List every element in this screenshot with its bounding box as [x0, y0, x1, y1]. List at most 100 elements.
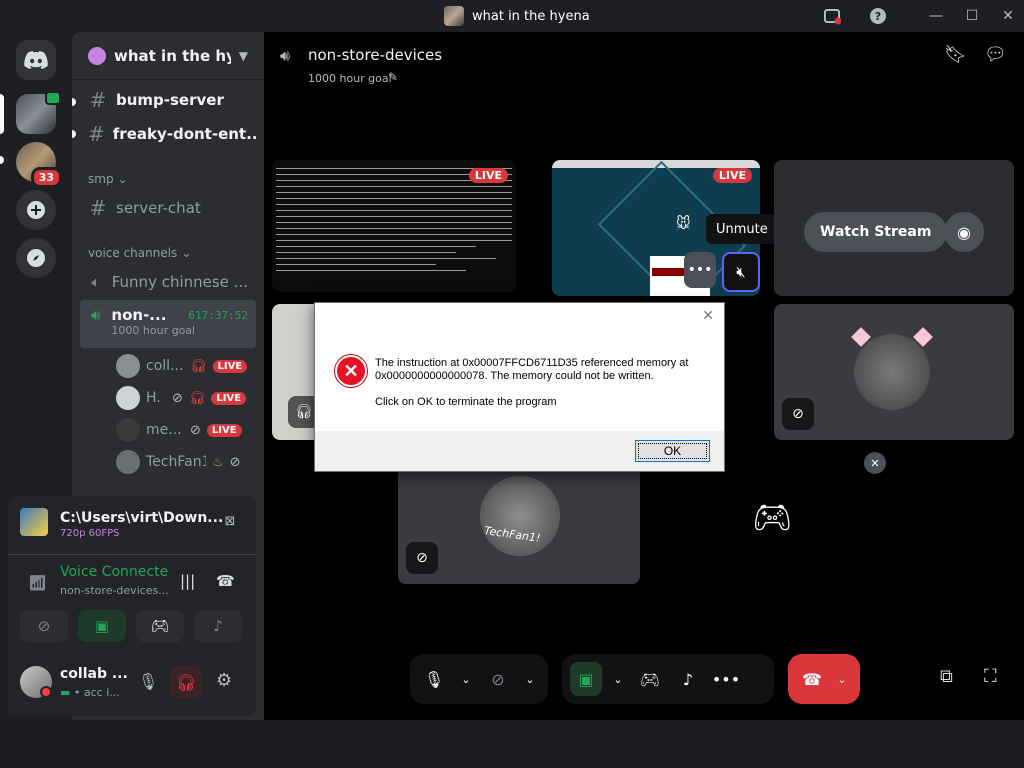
server-name: what in the hy... — [114, 46, 231, 65]
channel-status: 1000 hour goal — [308, 72, 392, 85]
voice-channel-status: 1000 hour goal — [111, 324, 196, 337]
screen-share-icon[interactable]: ▣ — [570, 662, 602, 696]
stream-tile-terminal[interactable]: LIVE — [272, 160, 516, 292]
settings-gear-icon[interactable]: ⚙ — [216, 670, 232, 691]
divider — [8, 554, 256, 555]
close-icon[interactable]: ✕ — [702, 307, 714, 324]
explore-servers-icon[interactable] — [16, 238, 56, 278]
voice-user-row[interactable]: me... ⊘ LIVE — [116, 416, 252, 444]
channel-header: 🔊︎ non-store-devices 1000 hour goal ✎ 🔖︎… — [264, 32, 1024, 96]
camera-off-icon[interactable]: ⊘ — [482, 662, 514, 696]
chevron-down-icon[interactable]: ⌄ — [834, 662, 850, 696]
more-options-icon[interactable]: ••• — [710, 662, 742, 696]
server-boost-icon — [88, 46, 106, 65]
more-options-icon[interactable]: ••• — [684, 252, 716, 288]
dialog-body: ✕ The instruction at 0x00007FFCD6711D35 … — [315, 331, 724, 431]
connection-signal-icon: 📶︎ — [28, 574, 48, 592]
server-icon-two[interactable]: 33 — [16, 142, 62, 188]
bookmark-icon[interactable]: 🔖︎ — [944, 44, 967, 65]
chevron-down-icon: ⌄ — [181, 246, 192, 260]
voice-channel-active[interactable]: 🔊︎ non-... 617:37:52 1000 hour goal — [80, 300, 256, 348]
disconnect-icon[interactable]: ☎ — [216, 572, 235, 590]
inbox-icon[interactable] — [822, 6, 842, 26]
active-server-pill — [0, 94, 4, 134]
hang-up-icon[interactable]: ☎ — [796, 662, 828, 696]
server-header[interactable]: what in the hy... ▼ — [72, 32, 264, 80]
unread-server-pill — [0, 156, 4, 164]
stop-stream-icon[interactable]: ⊠ — [220, 514, 240, 532]
minimize-icon[interactable]: — — [926, 6, 946, 26]
chevron-down-icon[interactable]: ⌄ — [520, 662, 540, 696]
avatar — [116, 386, 140, 410]
maximize-icon[interactable]: ☐ — [962, 6, 982, 26]
chevron-down-icon: ⌄ — [117, 172, 128, 186]
error-message: The instruction at 0x00007FFCD6711D35 re… — [375, 357, 689, 408]
channel-freaky[interactable]: # freaky-dont-ent... — [80, 118, 256, 150]
server-icon-hyena[interactable] — [16, 91, 61, 134]
deafen-icon[interactable]: 🎧︎ — [170, 666, 202, 698]
discord-home-icon[interactable] — [16, 40, 56, 80]
avatar — [480, 476, 560, 556]
live-badge: LIVE — [712, 168, 752, 183]
close-window-icon[interactable]: ✕ — [998, 6, 1018, 26]
stream-tile-watch[interactable]: Watch Stream ◉ — [774, 160, 1014, 296]
microphone-icon[interactable]: 🎙︎ — [138, 672, 158, 691]
chevron-down-icon: ▼ — [238, 48, 248, 63]
watch-stream-button[interactable]: Watch Stream — [804, 212, 948, 252]
video-tile-catgirl[interactable]: ⊘ — [774, 304, 1014, 440]
noise-suppression-icon[interactable]: ||| — [180, 572, 195, 590]
error-icon: ✕ — [335, 355, 367, 387]
soundboard-button[interactable]: ♪ — [194, 610, 242, 642]
chevron-down-icon[interactable]: ⌄ — [456, 662, 476, 696]
soundboard-icon[interactable]: ♪ — [672, 662, 704, 696]
screen-share-button[interactable]: ▣ — [78, 610, 126, 642]
svg-text:?: ? — [875, 10, 881, 23]
mic-muted-icon: ⊘ — [782, 398, 814, 430]
chevron-down-icon[interactable]: ⌄ — [608, 662, 628, 696]
help-icon[interactable]: ? — [868, 6, 888, 26]
activity-gamepad-icon[interactable]: 🎮︎ — [634, 662, 666, 696]
window-title: what in the hyena — [472, 8, 590, 24]
voice-channel-name: non-store-devices... — [60, 584, 169, 597]
voice-timer: 617:37:52 — [188, 309, 248, 322]
deafened-icon: 🎧︎ — [190, 358, 207, 374]
speaker-icon: 🔊︎ — [280, 46, 291, 65]
title-bar: what in the hyena ? — ☐ ✕ — [0, 0, 1024, 32]
close-icon[interactable]: ✕ — [864, 452, 886, 474]
category-smp[interactable]: smp ⌄ — [88, 172, 128, 186]
channel-server-chat[interactable]: # server-chat — [80, 192, 256, 224]
edit-pencil-icon[interactable]: ✎ — [388, 70, 398, 84]
mic-muted-icon: ⊘ — [172, 390, 183, 406]
mouse-logo-icon: 🐭︎ — [676, 216, 691, 232]
voice-user-row[interactable]: H. ⊘ 🎧︎ LIVE — [116, 384, 252, 412]
mic-muted-icon: ⊘ — [406, 542, 438, 574]
activity-button[interactable]: 🎮︎ — [136, 610, 184, 642]
voice-user-row[interactable]: coll... 🎧︎ LIVE — [116, 352, 252, 380]
live-badge: LIVE — [206, 423, 242, 437]
stream-title: C:\Users\virt\Down... — [60, 510, 224, 526]
gamepad-icon: 🎮︎ — [752, 498, 793, 536]
voice-channel-funny[interactable]: 🔈︎ Funny chinnese ... — [80, 266, 256, 298]
pop-out-icon[interactable]: ⧉ — [940, 666, 953, 687]
voice-user-row[interactable]: TechFan1! ♨ ⊘ — [116, 448, 252, 476]
camera-off-button[interactable]: ⊘ — [20, 610, 68, 642]
unmute-stream-button[interactable]: 🔇︎ — [722, 252, 760, 292]
channel-bump-server[interactable]: # bump-server — [80, 84, 256, 116]
taskbar-strip — [0, 720, 1024, 768]
ok-button[interactable]: OK — [635, 440, 710, 462]
disconnect-group: ☎ ⌄ — [788, 654, 860, 704]
chat-bubble-icon[interactable]: 💬︎ — [984, 44, 1007, 65]
microphone-icon[interactable]: 🎙︎ — [418, 662, 450, 696]
mic-muted-icon: ⊘ — [190, 422, 201, 438]
avatar — [116, 354, 140, 378]
user-panel: collab ... ▬ • acc i... 🎙︎ 🎧︎ ⚙ — [8, 656, 256, 712]
unmute-tooltip: Unmute — [706, 214, 778, 244]
category-voice[interactable]: voice channels ⌄ — [88, 246, 191, 260]
channel-title: non-store-devices — [308, 46, 443, 64]
fullscreen-icon[interactable]: ⛶ — [984, 666, 997, 687]
unread-dot — [72, 98, 76, 106]
add-watcher-eye-icon[interactable]: ◉ — [944, 212, 984, 252]
python-app-icon — [20, 508, 48, 536]
add-server-icon[interactable] — [16, 190, 56, 230]
text-channel-icon: # — [89, 196, 107, 220]
